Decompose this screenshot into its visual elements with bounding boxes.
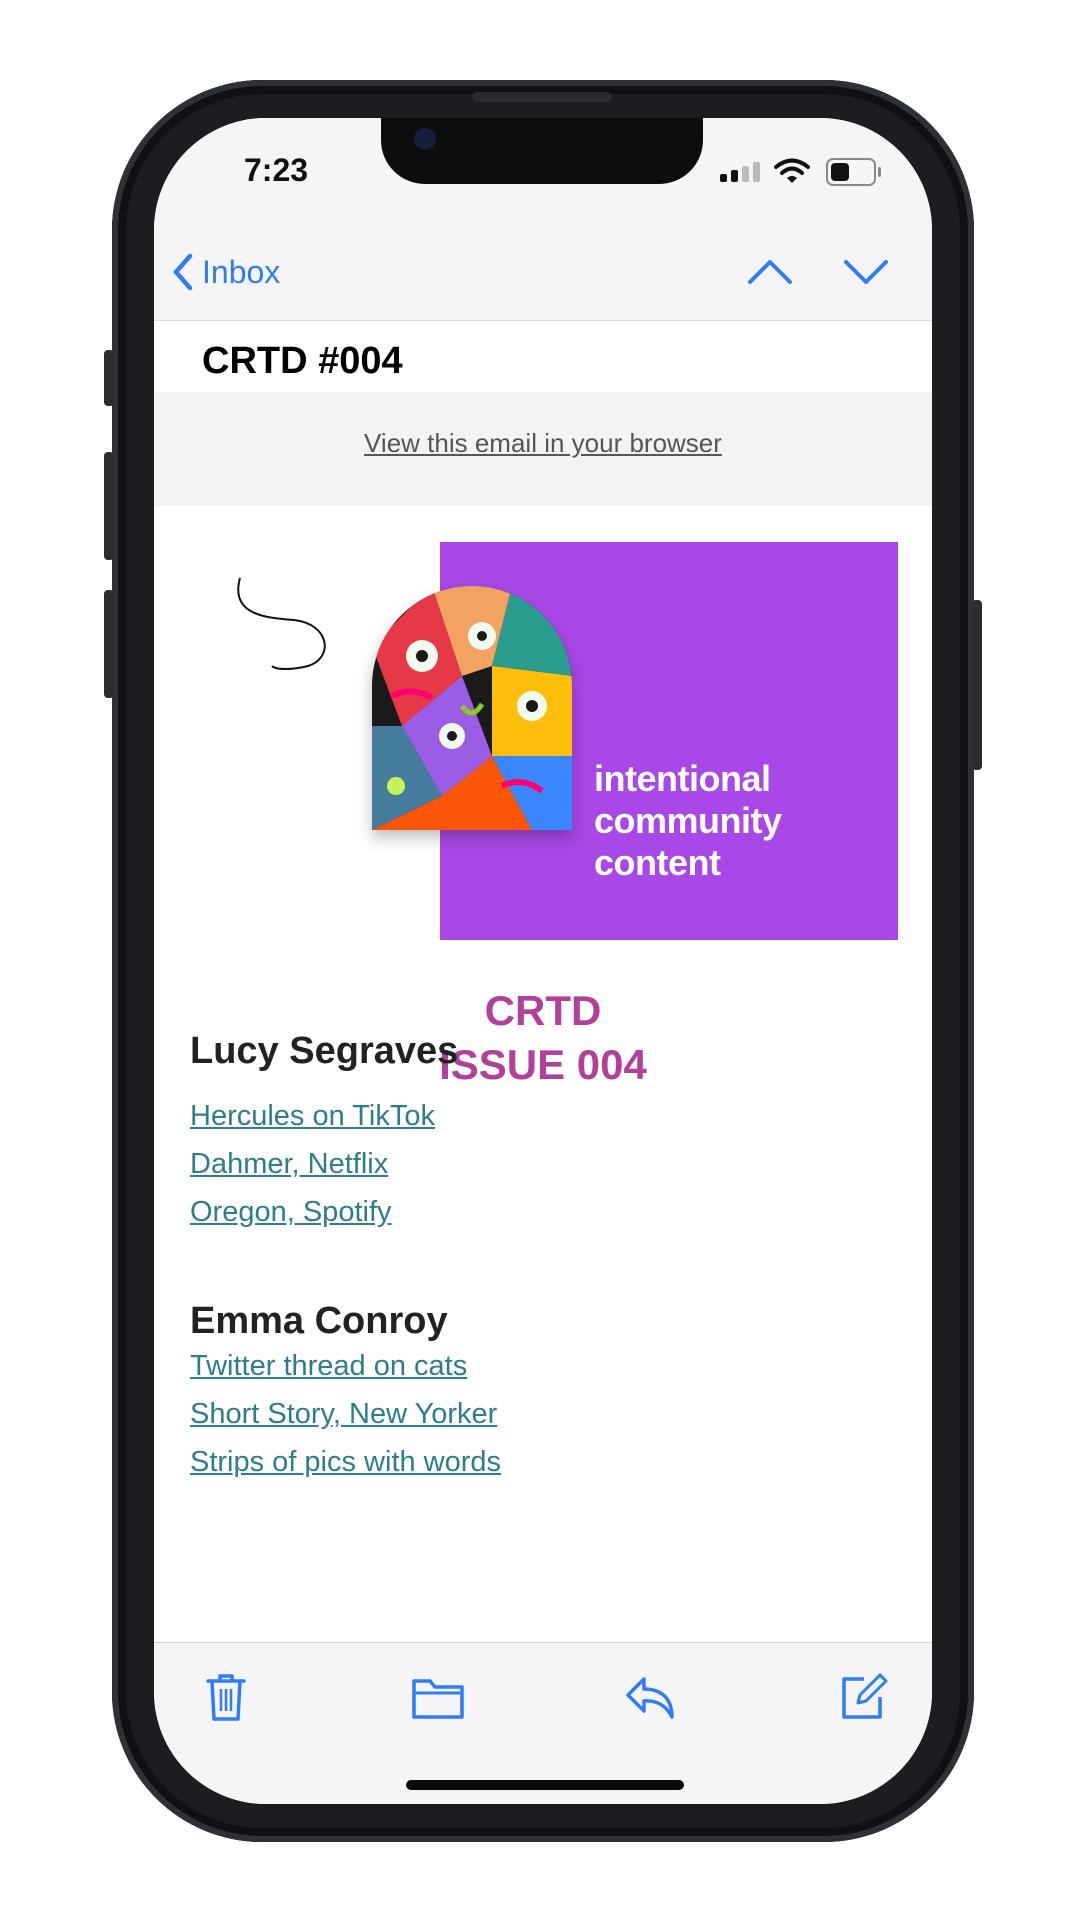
hero-tagline: intentional community content	[594, 758, 782, 883]
cellular-signal-icon	[720, 162, 760, 182]
reply-icon[interactable]	[622, 1669, 678, 1725]
home-indicator[interactable]	[406, 1780, 684, 1790]
chevron-down-icon	[844, 260, 888, 284]
mail-nav-bar: Inbox	[154, 228, 932, 321]
artwork-image	[372, 586, 572, 830]
battery-icon	[826, 158, 881, 186]
link-list: Twitter thread on cats Short Story, New …	[190, 1342, 501, 1486]
phone-screen: 7:23 Inbox CRTD #004 View this email in …	[154, 118, 932, 1804]
email-subject: CRTD #004	[202, 340, 403, 382]
power-button	[972, 600, 982, 770]
squiggle-graphic	[237, 577, 326, 670]
front-camera	[414, 128, 436, 150]
status-time: 7:23	[244, 152, 309, 188]
mute-switch	[104, 350, 114, 406]
back-to-inbox-button[interactable]: Inbox	[170, 252, 280, 292]
content-link[interactable]: Oregon, Spotify	[190, 1188, 435, 1236]
earpiece-speaker	[472, 92, 612, 102]
content-link[interactable]: Strips of pics with words	[190, 1438, 501, 1486]
link-list: Hercules on TikTok Dahmer, Netflix Orego…	[190, 1092, 435, 1236]
compose-icon[interactable]	[834, 1669, 890, 1725]
previous-message-button[interactable]	[746, 252, 794, 292]
trash-icon[interactable]	[198, 1669, 254, 1725]
author-heading: Lucy Segraves	[190, 1030, 459, 1072]
content-link[interactable]: Dahmer, Netflix	[190, 1140, 435, 1188]
wifi-icon	[774, 158, 810, 183]
volume-down-button	[104, 590, 114, 698]
back-label: Inbox	[202, 253, 281, 290]
content-link[interactable]: Short Story, New Yorker	[190, 1390, 501, 1438]
content-link[interactable]: Twitter thread on cats	[190, 1342, 501, 1390]
chevron-left-icon	[173, 253, 193, 291]
next-message-button[interactable]	[842, 252, 890, 292]
volume-up-button	[104, 452, 114, 560]
chevron-up-icon	[748, 260, 792, 284]
author-heading: Emma Conroy	[190, 1300, 448, 1342]
content-link[interactable]: Hercules on TikTok	[190, 1092, 435, 1140]
view-in-browser-link[interactable]: View this email in your browser	[364, 428, 722, 459]
folder-icon[interactable]	[408, 1669, 468, 1725]
browser-link-bar: View this email in your browser	[154, 392, 932, 506]
